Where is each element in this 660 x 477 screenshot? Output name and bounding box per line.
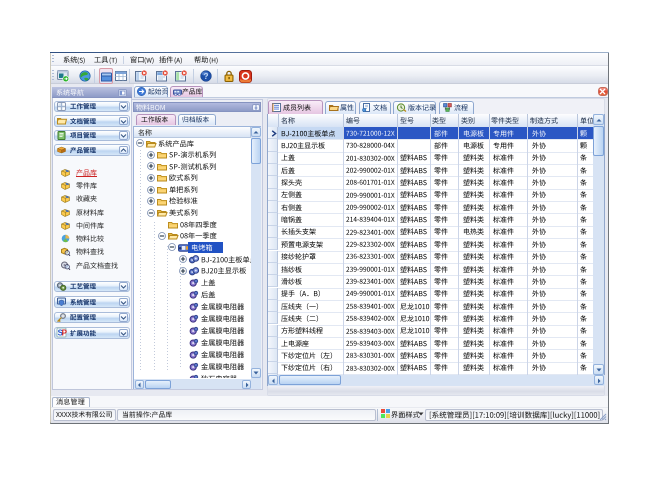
svg-text:P: P <box>61 329 67 338</box>
svg-text:?: ? <box>203 71 208 81</box>
